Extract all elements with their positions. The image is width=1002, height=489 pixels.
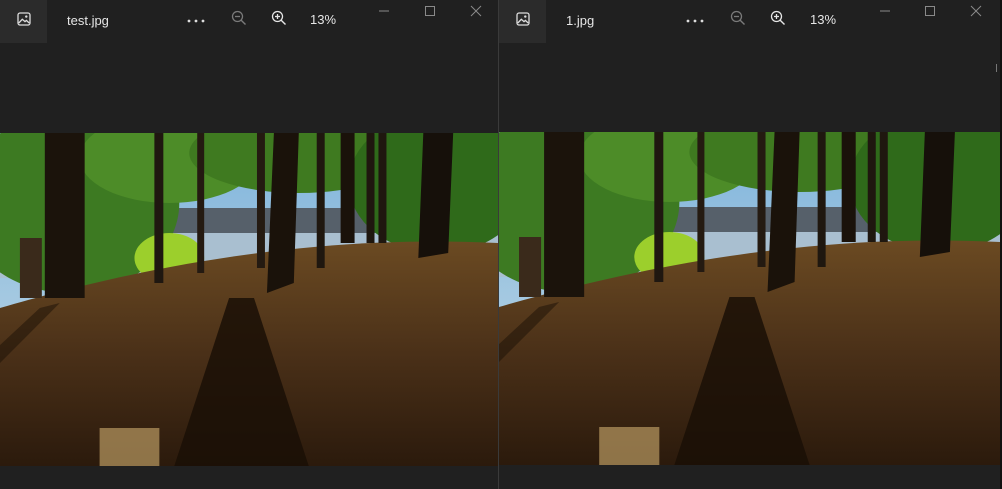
zoom-out-icon xyxy=(730,10,746,31)
maximize-button[interactable] xyxy=(407,0,453,26)
zoom-out-icon xyxy=(231,10,247,31)
photo-viewer-window-left: test.jpg 13% xyxy=(0,0,498,489)
close-button[interactable] xyxy=(453,0,498,26)
forest-photo xyxy=(0,133,498,466)
photo-canvas[interactable] xyxy=(499,132,1000,465)
file-name: 1.jpg xyxy=(566,13,595,28)
image-icon xyxy=(515,12,530,31)
minimize-icon xyxy=(879,4,891,22)
minimize-icon xyxy=(378,4,390,22)
app-icon-button[interactable] xyxy=(499,0,546,43)
maximize-icon xyxy=(924,4,936,22)
bottom-bar xyxy=(499,466,1000,489)
zoom-in-button[interactable] xyxy=(265,8,293,32)
maximize-button[interactable] xyxy=(907,0,953,26)
image-icon xyxy=(16,12,31,31)
more-options-button[interactable] xyxy=(681,8,709,32)
maximize-icon xyxy=(424,4,436,22)
desktop: test.jpg 13% 1.jpg 13% xyxy=(0,0,1002,489)
close-icon xyxy=(970,4,982,22)
close-button[interactable] xyxy=(953,0,999,26)
more-options-icon xyxy=(186,11,206,29)
minimize-button[interactable] xyxy=(862,0,908,26)
close-icon xyxy=(470,4,482,22)
more-options-icon xyxy=(685,11,705,29)
zoom-out-button[interactable] xyxy=(724,8,752,32)
bottom-bar xyxy=(0,466,498,489)
zoom-in-button[interactable] xyxy=(764,8,792,32)
title-bar[interactable]: 1.jpg 13% xyxy=(499,0,1000,43)
resize-handle[interactable] xyxy=(996,64,1001,72)
zoom-in-icon xyxy=(770,10,786,31)
zoom-in-icon xyxy=(271,10,287,31)
more-options-button[interactable] xyxy=(182,8,210,32)
forest-photo xyxy=(499,132,1000,465)
minimize-button[interactable] xyxy=(361,0,407,26)
photo-canvas[interactable] xyxy=(0,133,498,466)
zoom-level[interactable]: 13% xyxy=(310,12,336,27)
file-name: test.jpg xyxy=(67,13,109,28)
photo-viewer-window-right: 1.jpg 13% xyxy=(499,0,1000,489)
title-bar[interactable]: test.jpg 13% xyxy=(0,0,498,43)
zoom-out-button[interactable] xyxy=(225,8,253,32)
app-icon-button[interactable] xyxy=(0,0,47,43)
zoom-level[interactable]: 13% xyxy=(810,12,836,27)
